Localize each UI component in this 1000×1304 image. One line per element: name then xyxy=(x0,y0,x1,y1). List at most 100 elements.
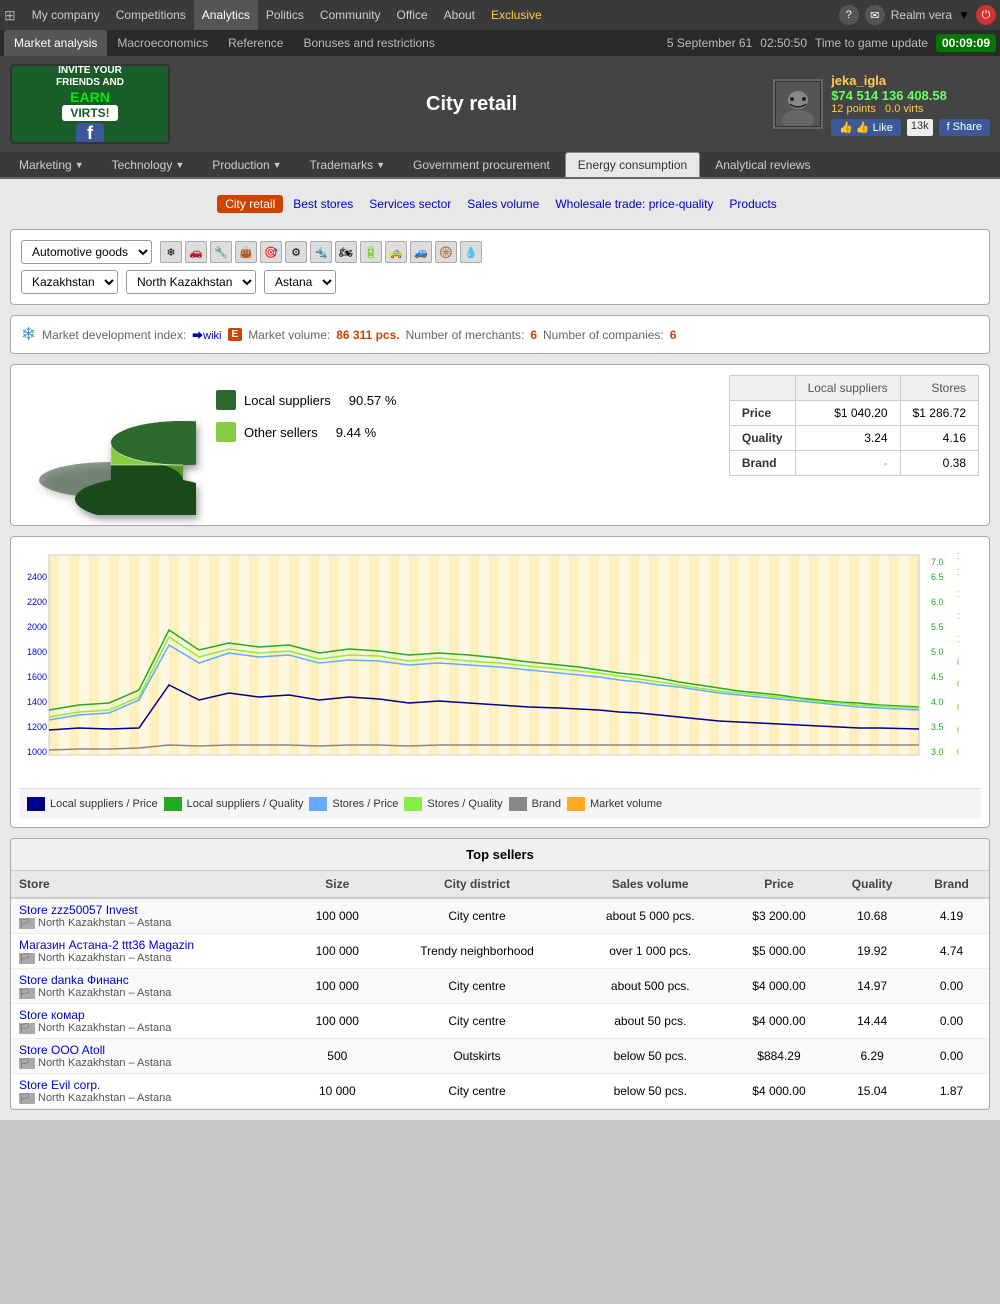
user-panel: jeka_igla $74 514 136 408.58 12 points 0… xyxy=(773,73,990,136)
invite-banner[interactable]: INVITE YOURFRIENDS AND EARN VIRTS! f xyxy=(10,64,170,144)
country-select[interactable]: Kazakhstan xyxy=(21,270,118,294)
stores-price-color xyxy=(309,797,327,811)
store-link[interactable]: Store danka Финанс xyxy=(19,973,129,987)
mail-button[interactable]: ✉ xyxy=(865,5,885,25)
tab-marketing[interactable]: Marketing ▼ xyxy=(6,152,97,177)
tab-analytical-reviews[interactable]: Analytical reviews xyxy=(702,152,823,177)
cat-icon-11[interactable]: 🚙 xyxy=(410,241,432,263)
nav-office[interactable]: Office xyxy=(389,0,436,30)
store-location: 🏳 North Kazakhstan – Astana xyxy=(19,952,285,964)
help-button[interactable]: ? xyxy=(839,5,859,25)
subtab-products[interactable]: Products xyxy=(723,195,782,213)
e-badge: E xyxy=(228,328,243,341)
subnav-reference[interactable]: Reference xyxy=(218,30,293,56)
tab-technology[interactable]: Technology ▼ xyxy=(99,152,198,177)
subtab-sales-volume[interactable]: Sales volume xyxy=(461,195,545,213)
nav-exclusive[interactable]: Exclusive xyxy=(483,0,550,30)
store-price: $4 000.00 xyxy=(728,969,831,1004)
subtab-city-retail[interactable]: City retail xyxy=(217,195,283,213)
store-district: City centre xyxy=(381,1074,573,1109)
store-brand: 4.19 xyxy=(914,898,989,934)
wiki-link[interactable]: ⮕wiki xyxy=(192,327,221,343)
region-select[interactable]: North Kazakhstan xyxy=(126,270,256,294)
store-link[interactable]: Store OOO Atoll xyxy=(19,1043,105,1057)
store-location: 🏳 North Kazakhstan – Astana xyxy=(19,1022,285,1034)
city-select[interactable]: Astana xyxy=(264,270,336,294)
nav-politics[interactable]: Politics xyxy=(258,0,312,30)
svg-text:0.4: 0.4 xyxy=(957,702,959,712)
store-location: 🏳 North Kazakhstan – Astana xyxy=(19,917,285,929)
cat-icon-7[interactable]: 🔩 xyxy=(310,241,332,263)
merchants-count: 6 xyxy=(530,328,537,342)
tab-production[interactable]: Production ▼ xyxy=(199,152,294,177)
store-quality: 10.68 xyxy=(830,898,914,934)
cat-icon-6[interactable]: ⚙ xyxy=(285,241,307,263)
store-district: City centre xyxy=(381,1004,573,1039)
legend-local-suppliers: Local suppliers 90.57 % xyxy=(216,390,714,410)
col-district: City district xyxy=(381,871,573,898)
subtab-best-stores[interactable]: Best stores xyxy=(287,195,359,213)
tab-trademarks[interactable]: Trademarks ▼ xyxy=(297,152,399,177)
nav-analytics[interactable]: Analytics xyxy=(194,0,258,30)
sub-tab-bar: City retail Best stores Services sector … xyxy=(10,189,990,219)
cat-icon-9[interactable]: 🔋 xyxy=(360,241,382,263)
tab-energy-consumption[interactable]: Energy consumption xyxy=(565,152,700,177)
store-location: 🏳 North Kazakhstan – Astana xyxy=(19,1092,285,1104)
nav-competitions[interactable]: Competitions xyxy=(108,0,194,30)
store-price: $3 200.00 xyxy=(728,898,831,934)
top-navigation: ⊞ My company Competitions Analytics Poli… xyxy=(0,0,1000,30)
store-quality: 6.29 xyxy=(830,1039,914,1074)
sellers-table: Store Size City district Sales volume Pr… xyxy=(11,871,989,1109)
cat-icon-3[interactable]: 🔧 xyxy=(210,241,232,263)
like-button[interactable]: 👍 👍 Like xyxy=(831,119,901,136)
logout-button[interactable]: ⏻ xyxy=(976,5,996,25)
nav-my-company[interactable]: My company xyxy=(24,0,108,30)
stores-quality-label: Stores / Quality xyxy=(427,798,502,810)
cat-icon-12[interactable]: 🛞 xyxy=(435,241,457,263)
store-link[interactable]: Магазин Астана-2 ttt36 Magazin xyxy=(19,938,194,952)
merchants-label: Number of merchants: xyxy=(406,328,525,342)
store-link[interactable]: Store Evil corp. xyxy=(19,1078,100,1092)
store-size: 100 000 xyxy=(293,898,381,934)
grid-icon[interactable]: ⊞ xyxy=(4,7,16,24)
nav-about[interactable]: About xyxy=(436,0,483,30)
svg-text:1.8: 1.8 xyxy=(957,551,959,561)
stats-value-brand-local: - xyxy=(795,451,900,476)
store-link[interactable]: Store комар xyxy=(19,1008,85,1022)
col-sales: Sales volume xyxy=(573,871,728,898)
subtab-services-sector[interactable]: Services sector xyxy=(363,195,457,213)
stats-table-wrapper: Local suppliers Stores Price $1 040.20 $… xyxy=(729,375,979,476)
cat-icon-5[interactable]: 🎯 xyxy=(260,241,282,263)
page-title: City retail xyxy=(180,93,763,116)
nav-community[interactable]: Community xyxy=(312,0,389,30)
cat-icon-2[interactable]: 🚗 xyxy=(185,241,207,263)
pie-chart-container xyxy=(21,375,201,515)
subnav-market-analysis[interactable]: Market analysis xyxy=(4,30,107,56)
tab-govt-procurement[interactable]: Government procurement xyxy=(400,152,563,177)
share-button[interactable]: f Share xyxy=(939,119,990,136)
store-location: 🏳 North Kazakhstan – Astana xyxy=(19,1057,285,1069)
brand-color xyxy=(509,797,527,811)
realm-label: Realm vera xyxy=(891,8,952,22)
cat-icon-1[interactable]: ❄ xyxy=(160,241,182,263)
local-suppliers-color xyxy=(216,390,236,410)
store-sales: below 50 pcs. xyxy=(573,1039,728,1074)
store-link[interactable]: Store zzz50057 Invest xyxy=(19,903,138,917)
user-avatar xyxy=(773,79,823,129)
cat-icon-10[interactable]: 🚕 xyxy=(385,241,407,263)
svg-text:1000: 1000 xyxy=(27,747,47,757)
svg-text:1400: 1400 xyxy=(27,697,47,707)
stats-row-price: Price $1 040.20 $1 286.72 xyxy=(729,401,978,426)
svg-text:3.5: 3.5 xyxy=(931,722,944,732)
flag-icon: 🏳 xyxy=(19,953,35,964)
subnav-bonuses[interactable]: Bonuses and restrictions xyxy=(293,30,444,56)
chart-legend: Local suppliers / Price Local suppliers … xyxy=(19,788,981,819)
subtab-wholesale[interactable]: Wholesale trade: price-quality xyxy=(549,195,719,213)
cat-icon-13[interactable]: 💧 xyxy=(460,241,482,263)
subnav-macroeconomics[interactable]: Macroeconomics xyxy=(107,30,218,56)
category-select[interactable]: Automotive goods xyxy=(21,240,152,264)
cat-icon-8[interactable]: 🏍 xyxy=(335,241,357,263)
svg-text:0.0: 0.0 xyxy=(957,747,959,757)
cat-icon-4[interactable]: 👜 xyxy=(235,241,257,263)
market-volume: 86 311 pcs. xyxy=(336,328,399,342)
